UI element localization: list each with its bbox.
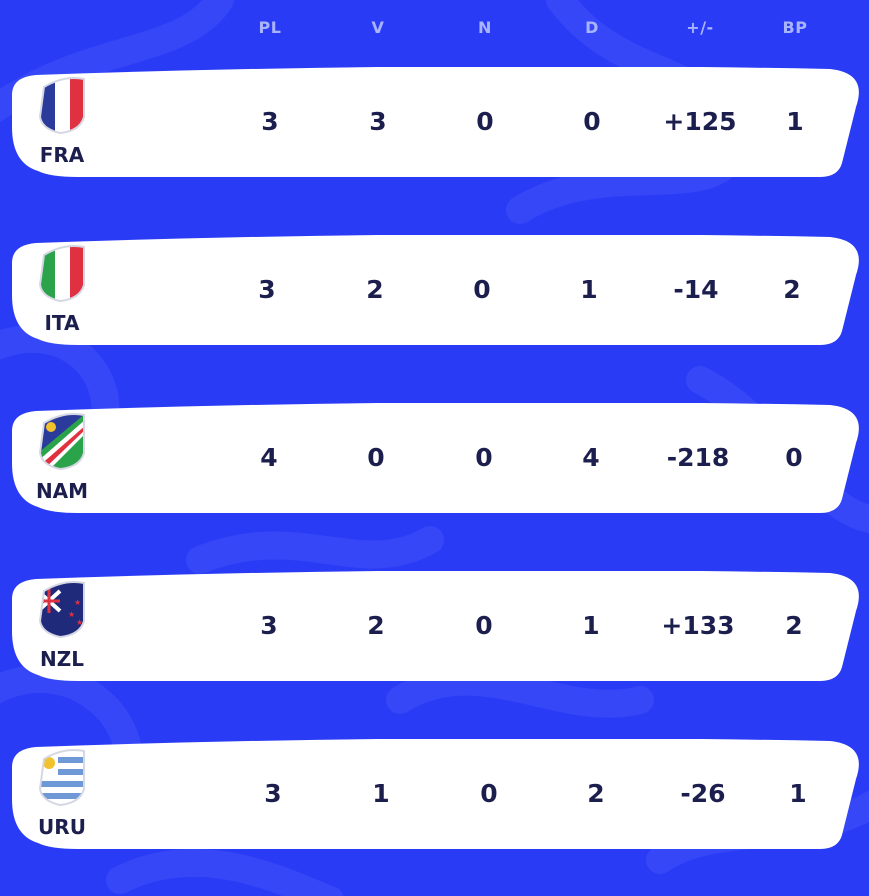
standings-row-fra[interactable]: FRA 3 3 0 0 +125 1: [10, 67, 860, 177]
draws-value: 0: [475, 611, 493, 640]
bonus-points-value: 2: [783, 275, 801, 304]
header-wins: V: [371, 18, 385, 37]
standings-row-nzl[interactable]: ★ ★ ★ NZL 3 2 0 1 +133 2: [10, 571, 860, 681]
bonus-points-value: 1: [789, 779, 807, 808]
wins-value: 2: [366, 275, 384, 304]
played-value: 4: [260, 443, 278, 472]
points-difference-value: -218: [666, 443, 730, 472]
new-zealand-flag-icon: ★ ★ ★: [38, 581, 85, 639]
team-code: NAM: [35, 479, 89, 503]
draws-value: 0: [473, 275, 491, 304]
header-played: PL: [258, 18, 282, 37]
bonus-points-value: 1: [786, 107, 804, 136]
france-flag-icon: [38, 77, 85, 135]
header-losses: D: [585, 18, 599, 37]
draws-value: 0: [476, 107, 494, 136]
standings-row-ita[interactable]: ITA 3 2 0 1 -14 2: [10, 235, 860, 345]
played-value: 3: [260, 611, 278, 640]
wins-value: 2: [367, 611, 385, 640]
bonus-points-value: 0: [785, 443, 803, 472]
wins-value: 1: [372, 779, 390, 808]
losses-value: 1: [580, 275, 598, 304]
losses-value: 2: [587, 779, 605, 808]
namibia-flag-icon: [38, 413, 85, 471]
played-value: 3: [258, 275, 276, 304]
team-code: URU: [38, 815, 86, 839]
italy-flag-icon: [38, 245, 85, 303]
header-points-difference: +/-: [686, 18, 714, 37]
svg-text:★: ★: [68, 610, 75, 619]
team-code: NZL: [40, 647, 84, 671]
standings-row-uru[interactable]: URU 3 1 0 2 -26 1: [10, 739, 860, 849]
draws-value: 0: [475, 443, 493, 472]
draws-value: 0: [480, 779, 498, 808]
uruguay-flag-icon: [38, 749, 85, 807]
losses-value: 0: [583, 107, 601, 136]
standings-row-nam[interactable]: NAM 4 0 0 4 -218 0: [10, 403, 860, 513]
played-value: 3: [264, 779, 282, 808]
wins-value: 0: [367, 443, 385, 472]
bonus-points-value: 2: [785, 611, 803, 640]
points-difference-value: +125: [663, 107, 737, 136]
svg-text:★: ★: [74, 598, 81, 607]
losses-value: 1: [582, 611, 600, 640]
points-difference-value: -14: [673, 275, 719, 304]
header-bonus-points: BP: [782, 18, 808, 37]
points-difference-value: -26: [680, 779, 726, 808]
points-difference-value: +133: [661, 611, 735, 640]
losses-value: 4: [582, 443, 600, 472]
team-code: FRA: [39, 143, 85, 167]
wins-value: 3: [369, 107, 387, 136]
played-value: 3: [261, 107, 279, 136]
header-draws: N: [478, 18, 492, 37]
team-code: ITA: [44, 311, 80, 335]
standings-header: PL V N D +/- BP: [0, 18, 869, 42]
